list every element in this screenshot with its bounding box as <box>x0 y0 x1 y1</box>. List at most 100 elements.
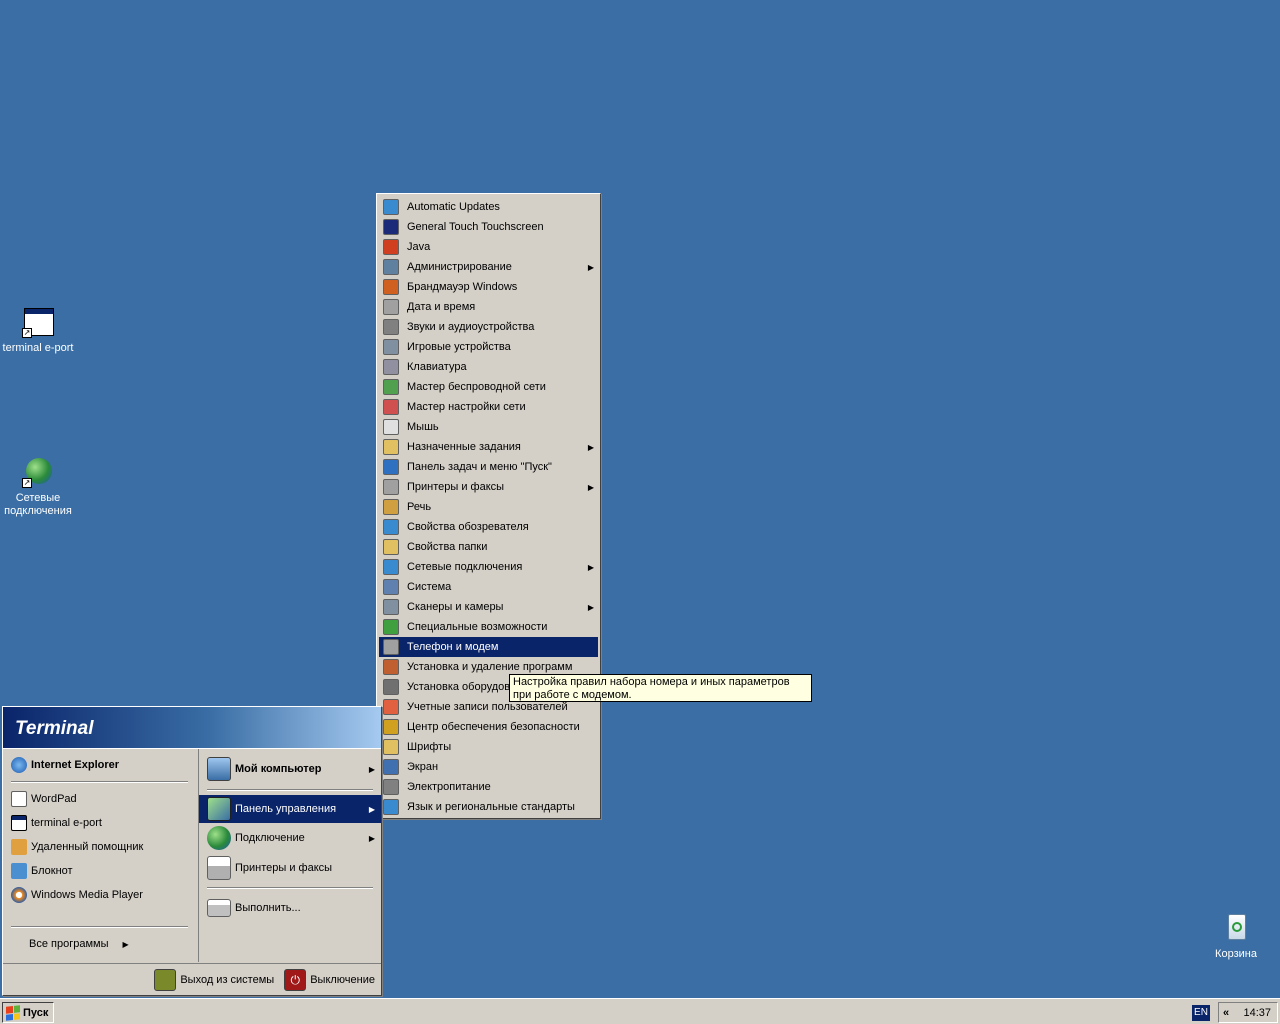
start-item-control-panel[interactable]: Панель управления ▶ <box>199 795 381 823</box>
desktop-icon-label: terminal e-port <box>2 342 74 354</box>
control-panel-item-label: Шрифты <box>407 741 452 753</box>
start-menu-left-pane: Internet Explorer WordPad terminal e-por… <box>3 749 196 962</box>
separator <box>11 781 188 783</box>
control-panel-item[interactable]: Сетевые подключения ▶ <box>379 557 598 577</box>
start-menu: Terminal Internet Explorer WordPad termi… <box>2 706 382 996</box>
start-button[interactable]: Пуск <box>2 1002 54 1023</box>
start-item-wordpad[interactable]: WordPad <box>3 787 196 811</box>
control-panel-item[interactable]: Система <box>379 577 598 597</box>
control-panel-item[interactable]: Телефон и модем <box>379 637 598 657</box>
start-item-label: Панель управления <box>235 803 337 815</box>
control-panel-item[interactable]: Назначенные задания ▶ <box>379 437 598 457</box>
start-item-remote-assistant[interactable]: Удаленный помощник <box>3 835 196 859</box>
control-panel-item-label: Брандмауэр Windows <box>407 281 518 293</box>
control-panel-item[interactable]: General Touch Touchscreen <box>379 217 598 237</box>
system-tray: « 14:37 <box>1218 1002 1278 1023</box>
control-panel-item[interactable]: Свойства папки <box>379 537 598 557</box>
control-panel-item-icon <box>383 339 399 355</box>
control-panel-item-icon <box>383 699 399 715</box>
control-panel-item-icon <box>383 679 399 695</box>
start-item-connect[interactable]: Подключение ▶ <box>199 823 381 853</box>
start-item-internet-explorer[interactable]: Internet Explorer <box>3 753 196 777</box>
control-panel-item[interactable]: Электропитание <box>379 777 598 797</box>
separator <box>11 926 188 928</box>
control-panel-item-label: General Touch Touchscreen <box>407 221 544 233</box>
all-programs-button[interactable]: Все программы ▶ <box>3 932 196 956</box>
media-player-icon <box>11 887 27 903</box>
control-panel-item[interactable]: Речь <box>379 497 598 517</box>
start-menu-footer: Выход из системы ⏻ Выключение <box>3 963 381 995</box>
control-panel-item-label: Свойства папки <box>407 541 488 553</box>
control-panel-item[interactable]: Администрирование ▶ <box>379 257 598 277</box>
control-panel-item-icon <box>383 539 399 555</box>
control-panel-item[interactable]: Игровые устройства <box>379 337 598 357</box>
control-panel-item-label: Automatic Updates <box>407 201 500 213</box>
control-panel-item-icon <box>383 519 399 535</box>
control-panel-item-icon <box>383 299 399 315</box>
control-panel-item-label: Панель задач и меню "Пуск" <box>407 461 552 473</box>
control-panel-item-icon <box>383 759 399 775</box>
start-item-run[interactable]: Выполнить... <box>199 893 381 923</box>
language-indicator[interactable]: EN <box>1192 1005 1210 1021</box>
start-item-terminal-eport[interactable]: terminal e-port <box>3 811 196 835</box>
control-panel-item[interactable]: Язык и региональные стандарты <box>379 797 598 817</box>
network-connections-icon: ↗ <box>22 456 54 488</box>
control-panel-item[interactable]: Мастер настройки сети <box>379 397 598 417</box>
start-item-my-computer[interactable]: Мой компьютер ▶ <box>199 753 381 785</box>
control-panel-item-label: Администрирование <box>407 261 512 273</box>
control-panel-item-label: Центр обеспечения безопасности <box>407 721 580 733</box>
control-panel-item[interactable]: Панель задач и меню "Пуск" <box>379 457 598 477</box>
control-panel-item[interactable]: Свойства обозревателя <box>379 517 598 537</box>
control-panel-item[interactable]: Шрифты <box>379 737 598 757</box>
wordpad-icon <box>11 791 27 807</box>
control-panel-item-label: Сканеры и камеры <box>407 601 504 613</box>
control-panel-item[interactable]: Брандмауэр Windows <box>379 277 598 297</box>
control-panel-item-label: Игровые устройства <box>407 341 511 353</box>
desktop-icon-label: Сетевые подключения <box>4 492 72 517</box>
start-item-label: terminal e-port <box>31 817 102 829</box>
control-panel-item[interactable]: Экран <box>379 757 598 777</box>
control-panel-item[interactable]: Специальные возможности <box>379 617 598 637</box>
control-panel-item[interactable]: Мышь <box>379 417 598 437</box>
control-panel-item-icon <box>383 639 399 655</box>
desktop-icon-network-connections[interactable]: ↗ Сетевые подключения <box>0 456 76 518</box>
clock[interactable]: 14:37 <box>1243 1007 1271 1019</box>
control-panel-item[interactable]: Automatic Updates <box>379 197 598 217</box>
start-item-printers[interactable]: Принтеры и факсы <box>199 853 381 883</box>
control-panel-item[interactable]: Сканеры и камеры ▶ <box>379 597 598 617</box>
separator <box>207 789 373 791</box>
control-panel-item-icon <box>383 579 399 595</box>
tray-collapse-button[interactable]: « <box>1223 1007 1229 1019</box>
control-panel-item-icon <box>383 219 399 235</box>
control-panel-item[interactable]: Java <box>379 237 598 257</box>
control-panel-item-label: Принтеры и факсы <box>407 481 505 493</box>
logoff-button[interactable]: Выход из системы <box>154 968 274 991</box>
window-shortcut-icon: ↗ <box>22 306 54 338</box>
chevron-right-icon: ▶ <box>587 562 594 572</box>
control-panel-item-icon <box>383 599 399 615</box>
control-panel-item[interactable]: Мастер беспроводной сети <box>379 377 598 397</box>
shutdown-button[interactable]: ⏻ Выключение <box>284 968 375 991</box>
control-panel-item[interactable]: Клавиатура <box>379 357 598 377</box>
start-item-media-player[interactable]: Windows Media Player <box>3 883 196 907</box>
control-panel-item-icon <box>383 279 399 295</box>
separator <box>207 887 373 889</box>
notepad-icon <box>11 863 27 879</box>
start-item-label: Мой компьютер <box>235 763 322 775</box>
control-panel-item[interactable]: Центр обеспечения безопасности <box>379 717 598 737</box>
start-item-notepad[interactable]: Блокнот <box>3 859 196 883</box>
desktop-icon-recycle-bin[interactable]: Корзина <box>1198 912 1274 961</box>
control-panel-item-icon <box>383 559 399 575</box>
desktop-icon-terminal-eport[interactable]: ↗ terminal e-port <box>0 306 76 355</box>
control-panel-item-label: Дата и время <box>407 301 476 313</box>
all-programs-label: Все программы <box>29 938 109 950</box>
control-panel-item-icon <box>383 499 399 515</box>
chevron-right-icon: ▶ <box>587 262 594 272</box>
control-panel-item[interactable]: Дата и время <box>379 297 598 317</box>
control-panel-item[interactable]: Звуки и аудиоустройства <box>379 317 598 337</box>
control-panel-item-label: Экран <box>407 761 439 773</box>
control-panel-item-icon <box>383 259 399 275</box>
control-panel-item-icon <box>383 659 399 675</box>
control-panel-item[interactable]: Принтеры и факсы ▶ <box>379 477 598 497</box>
control-panel-submenu: Automatic Updates General Touch Touchscre… <box>376 193 601 819</box>
